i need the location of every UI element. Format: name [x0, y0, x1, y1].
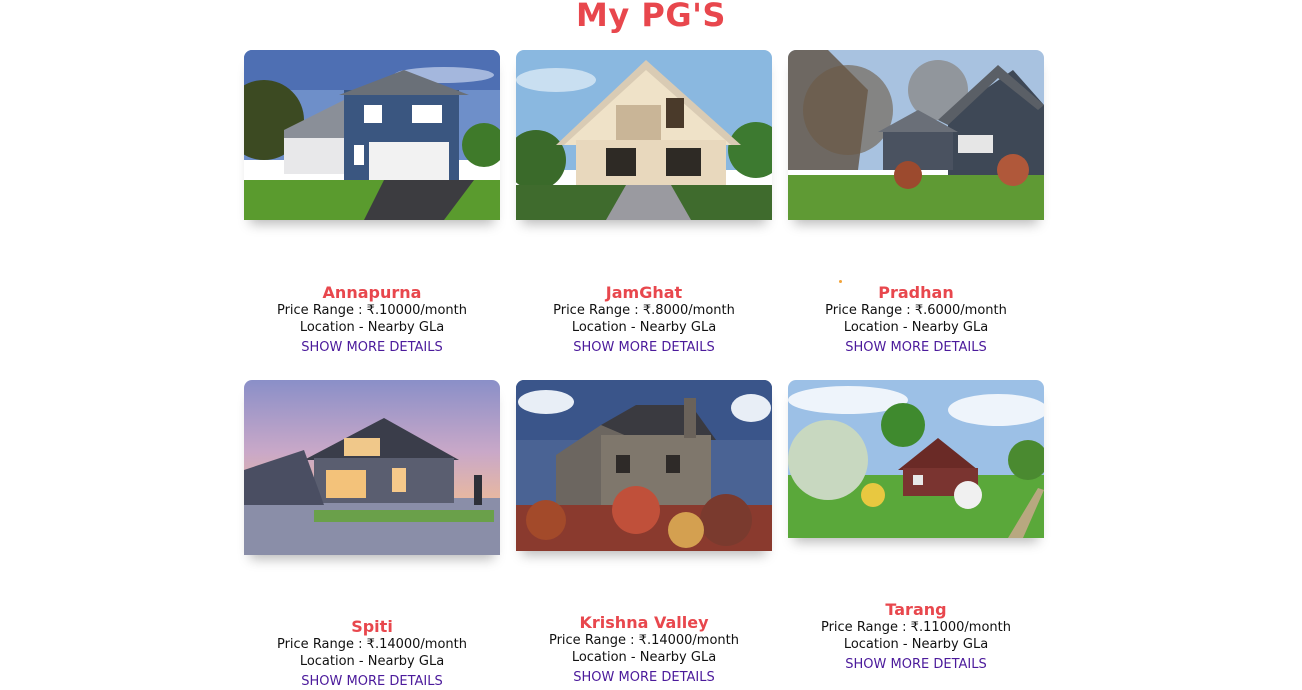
location: Location - Nearby GLa	[843, 320, 989, 335]
price-range: Price Range : ₹.8000/month	[553, 303, 735, 318]
pg-photo[interactable]	[788, 50, 1044, 220]
location: Location - Nearby GLa	[299, 320, 445, 335]
show-more-details-link[interactable]: SHOW MORE DETAILS	[845, 656, 986, 673]
page-title: My PG'S	[576, 0, 726, 34]
pg-photo[interactable]	[516, 380, 772, 551]
show-more-details-link[interactable]: SHOW MORE DETAILS	[845, 339, 986, 356]
pg-card-annapurna: Annapurna Price Range : ₹.10000/month Lo…	[244, 50, 500, 355]
pg-name: Krishna Valley	[579, 613, 709, 632]
pg-name: Pradhan	[878, 283, 954, 302]
price-range: Price Range : ₹.14000/month	[276, 637, 468, 652]
pg-card-pradhan: Pradhan Price Range : ₹.6000/month Locat…	[788, 50, 1044, 355]
show-more-details-link[interactable]: SHOW MORE DETAILS	[301, 339, 442, 356]
price-range: Price Range : ₹.14000/month	[548, 633, 740, 648]
show-more-details-link[interactable]: SHOW MORE DETAILS	[301, 673, 442, 690]
pg-photo[interactable]	[244, 50, 500, 220]
location: Location - Nearby GLa	[571, 650, 717, 665]
price-range: Price Range : ₹.6000/month	[825, 303, 1007, 318]
location: Location - Nearby GLa	[571, 320, 717, 335]
price-range: Price Range : ₹.11000/month	[820, 620, 1012, 635]
price-range: Price Range : ₹.10000/month	[276, 303, 468, 318]
pg-photo[interactable]	[244, 380, 500, 555]
pg-card-tarang: Tarang Price Range : ₹.11000/month Locat…	[788, 380, 1044, 672]
pg-name: Tarang	[885, 600, 947, 619]
pg-photo[interactable]	[516, 50, 772, 220]
location: Location - Nearby GLa	[843, 637, 989, 652]
pg-name: Annapurna	[322, 283, 422, 302]
show-more-details-link[interactable]: SHOW MORE DETAILS	[573, 669, 714, 686]
pg-card-spiti: Spiti Price Range : ₹.14000/month Locati…	[244, 380, 500, 689]
pg-card-jamghat: JamGhat Price Range : ₹.8000/month Locat…	[516, 50, 772, 355]
decorative-dot	[839, 280, 842, 283]
show-more-details-link[interactable]: SHOW MORE DETAILS	[573, 339, 714, 356]
pg-card-krishna-valley: Krishna Valley Price Range : ₹.14000/mon…	[516, 380, 772, 685]
pg-photo[interactable]	[788, 380, 1044, 538]
pg-name: Spiti	[351, 617, 393, 636]
pg-name: JamGhat	[605, 283, 683, 302]
